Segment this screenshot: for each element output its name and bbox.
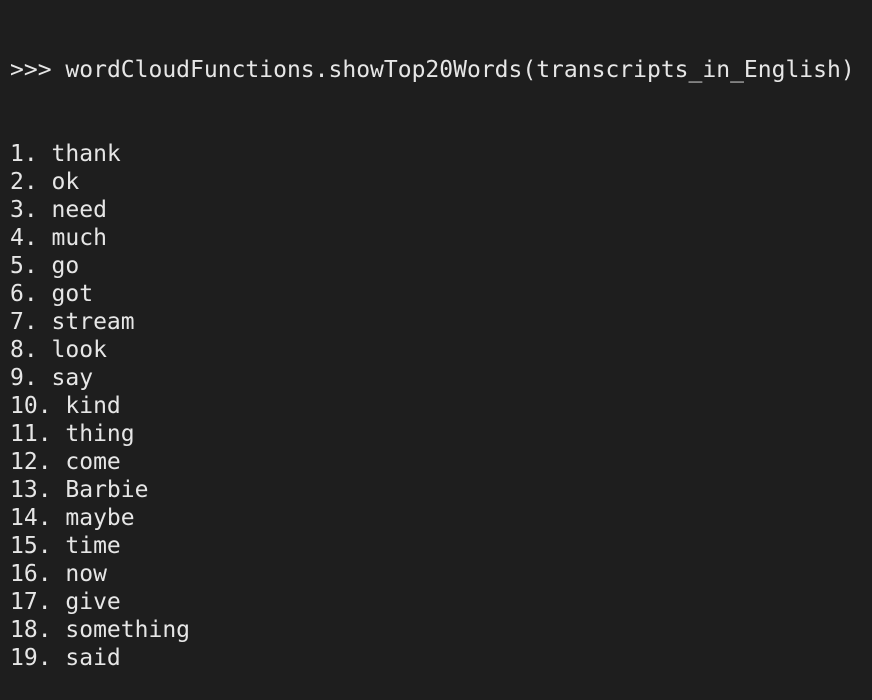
output-line: 8. look [10,337,107,363]
output-line: 6. got [10,281,94,307]
output-line: 14. maybe [10,505,135,531]
output-line: 18. something [10,617,191,643]
output-line: 4. much [10,225,107,251]
output-line: 15. time [10,533,121,559]
output-line: 16. now [10,561,107,587]
command-line: >>> wordCloudFunctions.showTop20Words(tr… [10,56,872,84]
output-line: 3. need [10,197,107,223]
output-line: 2. ok [10,169,80,195]
output-line: 19. said [10,645,121,671]
output-line: 12. come [10,449,121,475]
output-line: 10. kind [10,393,121,419]
command-text: wordCloudFunctions.showTop20Words(transc… [65,57,855,83]
output-line: 17. give [10,589,121,615]
output-list: 1. thank 2. ok 3. need 4. much 5. go 6. got 7.… [10,140,872,672]
output-line: 11. thing [10,421,135,447]
output-line: 5. go [10,253,80,279]
prompt-marker: >>> [10,57,52,83]
terminal-window[interactable]: >>> wordCloudFunctions.showTop20Words(tr… [0,0,872,671]
output-line: 9. say [10,365,94,391]
output-line: 13. Barbie [10,477,149,503]
output-line: 7. stream [10,309,135,335]
output-line: 1. thank [10,141,121,167]
